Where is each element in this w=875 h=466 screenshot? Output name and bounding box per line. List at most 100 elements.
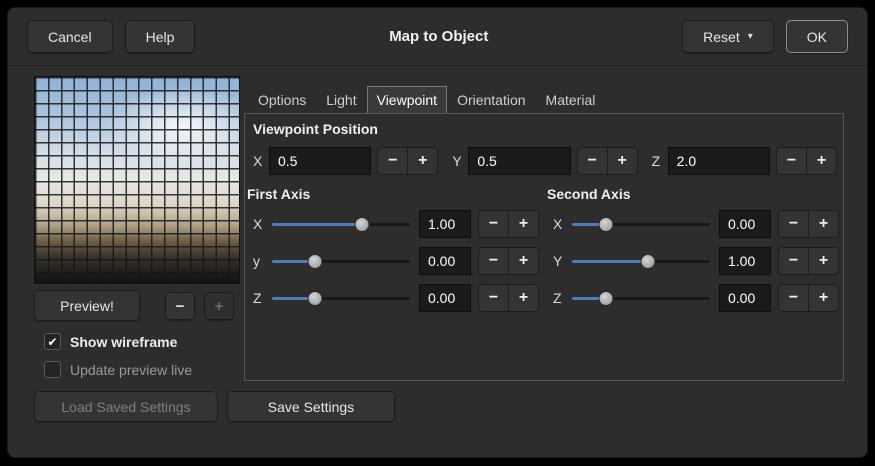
first-axis-z-decrement-button[interactable]: −: [478, 284, 509, 312]
viewpoint-position-row: X − + Y − + Z − +: [253, 146, 837, 176]
second-axis-x-spin-group: − +: [778, 210, 839, 238]
minus-icon: −: [176, 298, 185, 315]
second-axis-y-input[interactable]: [719, 247, 771, 275]
slider-knob[interactable]: [308, 254, 323, 269]
wireframe-preview-image[interactable]: [34, 76, 240, 284]
cancel-button[interactable]: Cancel: [27, 20, 113, 53]
first-axis-z-increment-button[interactable]: +: [508, 284, 539, 312]
viewpoint-z-decrement-button[interactable]: −: [776, 147, 807, 175]
viewpoint-y-decrement-button[interactable]: −: [577, 147, 608, 175]
tab-light[interactable]: Light: [316, 86, 366, 114]
first-axis-y-label: y: [253, 253, 263, 269]
first-axis-x-slider[interactable]: [270, 210, 412, 238]
viewpoint-x-increment-button[interactable]: +: [407, 147, 438, 175]
zoom-in-button[interactable]: +: [204, 292, 234, 320]
viewpoint-z-label: Z: [652, 153, 662, 169]
slider-knob[interactable]: [355, 217, 370, 232]
second-axis-x-input[interactable]: [719, 210, 771, 238]
slider-fill: [272, 223, 364, 226]
second-axis-y-decrement-button[interactable]: −: [778, 247, 809, 275]
chevron-down-icon: ▾: [748, 31, 753, 42]
first-axis-x-label: X: [253, 216, 263, 232]
second-axis-x-slider[interactable]: [570, 210, 712, 238]
map-to-object-dialog: Cancel Help Map to Object Reset ▾ OK Pre…: [7, 7, 868, 458]
first-axis-y-decrement-button[interactable]: −: [478, 247, 509, 275]
viewpoint-x-spin-group: − +: [377, 147, 438, 175]
first-axis-y-spin-group: − +: [478, 247, 539, 275]
second-axis-z-label: Z: [553, 290, 563, 306]
viewpoint-z-increment-button[interactable]: +: [806, 147, 837, 175]
slider-knob[interactable]: [641, 254, 656, 269]
second-axis-y-label: Y: [553, 253, 563, 269]
second-axis-z-input[interactable]: [719, 284, 771, 312]
viewpoint-y-label: Y: [452, 153, 462, 169]
first-axis-title: First Axis: [247, 186, 310, 202]
viewpoint-y-increment-button[interactable]: +: [607, 147, 638, 175]
help-button[interactable]: Help: [125, 20, 196, 53]
viewpoint-y-spin-group: − +: [577, 147, 638, 175]
save-settings-button[interactable]: Save Settings: [227, 391, 395, 422]
second-axis-x-increment-button[interactable]: +: [808, 210, 839, 238]
second-axis-z-decrement-button[interactable]: −: [778, 284, 809, 312]
update-preview-live-label: Update preview live: [70, 362, 192, 378]
first-axis-z-row: Z − +: [253, 283, 539, 312]
viewpoint-panel: Viewpoint Position X − + Y − + Z: [244, 113, 844, 381]
plus-icon: +: [215, 298, 224, 315]
viewpoint-z-group: Z − +: [652, 147, 837, 175]
tab-orientation[interactable]: Orientation: [447, 86, 535, 114]
slider-knob[interactable]: [598, 291, 613, 306]
viewpoint-position-title: Viewpoint Position: [253, 121, 378, 137]
second-axis-y-increment-button[interactable]: +: [808, 247, 839, 275]
dialog-title: Map to Object: [195, 28, 682, 45]
first-axis-x-input[interactable]: [419, 210, 471, 238]
check-icon: ✔: [47, 336, 57, 348]
second-axis-z-slider[interactable]: [570, 284, 712, 312]
second-axis-z-spin-group: − +: [778, 284, 839, 312]
zoom-out-button[interactable]: −: [165, 292, 195, 320]
first-axis-z-label: Z: [253, 290, 263, 306]
second-axis-z-increment-button[interactable]: +: [808, 284, 839, 312]
dialog-titlebar: Cancel Help Map to Object Reset ▾ OK: [8, 8, 867, 66]
viewpoint-z-spin-group: − +: [776, 147, 837, 175]
tab-material[interactable]: Material: [536, 86, 606, 114]
checkbox-unchecked-box[interactable]: [44, 361, 61, 378]
second-axis-x-decrement-button[interactable]: −: [778, 210, 809, 238]
preview-button[interactable]: Preview!: [34, 290, 140, 321]
first-axis-column: X − + y: [253, 209, 539, 320]
checkbox-checked-box[interactable]: ✔: [44, 333, 61, 350]
load-saved-settings-button[interactable]: Load Saved Settings: [34, 391, 218, 422]
slider-knob[interactable]: [598, 217, 613, 232]
tab-options[interactable]: Options: [248, 86, 316, 114]
first-axis-x-decrement-button[interactable]: −: [478, 210, 509, 238]
viewpoint-x-group: X − +: [253, 147, 438, 175]
first-axis-z-slider[interactable]: [270, 284, 412, 312]
first-axis-x-increment-button[interactable]: +: [508, 210, 539, 238]
tab-viewpoint[interactable]: Viewpoint: [367, 86, 447, 114]
settings-tab-bar: Options Light Viewpoint Orientation Mate…: [248, 86, 605, 114]
second-axis-y-spin-group: − +: [778, 247, 839, 275]
first-axis-y-slider[interactable]: [270, 247, 412, 275]
reset-button[interactable]: Reset ▾: [682, 20, 774, 53]
second-axis-x-label: X: [553, 216, 563, 232]
first-axis-x-spin-group: − +: [478, 210, 539, 238]
first-axis-z-spin-group: − +: [478, 284, 539, 312]
reset-button-label: Reset: [703, 29, 740, 45]
titlebar-right-actions: Reset ▾ OK: [682, 20, 848, 53]
first-axis-y-increment-button[interactable]: +: [508, 247, 539, 275]
viewpoint-z-input[interactable]: [668, 147, 770, 175]
second-axis-x-row: X − +: [553, 209, 839, 238]
first-axis-y-row: y − +: [253, 246, 539, 275]
first-axis-x-row: X − +: [253, 209, 539, 238]
slider-knob[interactable]: [308, 291, 323, 306]
update-preview-live-checkbox[interactable]: Update preview live: [44, 361, 192, 378]
second-axis-y-slider[interactable]: [570, 247, 712, 275]
first-axis-z-input[interactable]: [419, 284, 471, 312]
ok-button[interactable]: OK: [786, 20, 848, 53]
viewpoint-x-decrement-button[interactable]: −: [377, 147, 408, 175]
titlebar-left-actions: Cancel Help: [27, 20, 195, 53]
viewpoint-x-input[interactable]: [269, 147, 371, 175]
show-wireframe-checkbox[interactable]: ✔ Show wireframe: [44, 333, 177, 350]
viewpoint-y-input[interactable]: [468, 147, 570, 175]
viewpoint-y-group: Y − +: [452, 147, 637, 175]
first-axis-y-input[interactable]: [419, 247, 471, 275]
